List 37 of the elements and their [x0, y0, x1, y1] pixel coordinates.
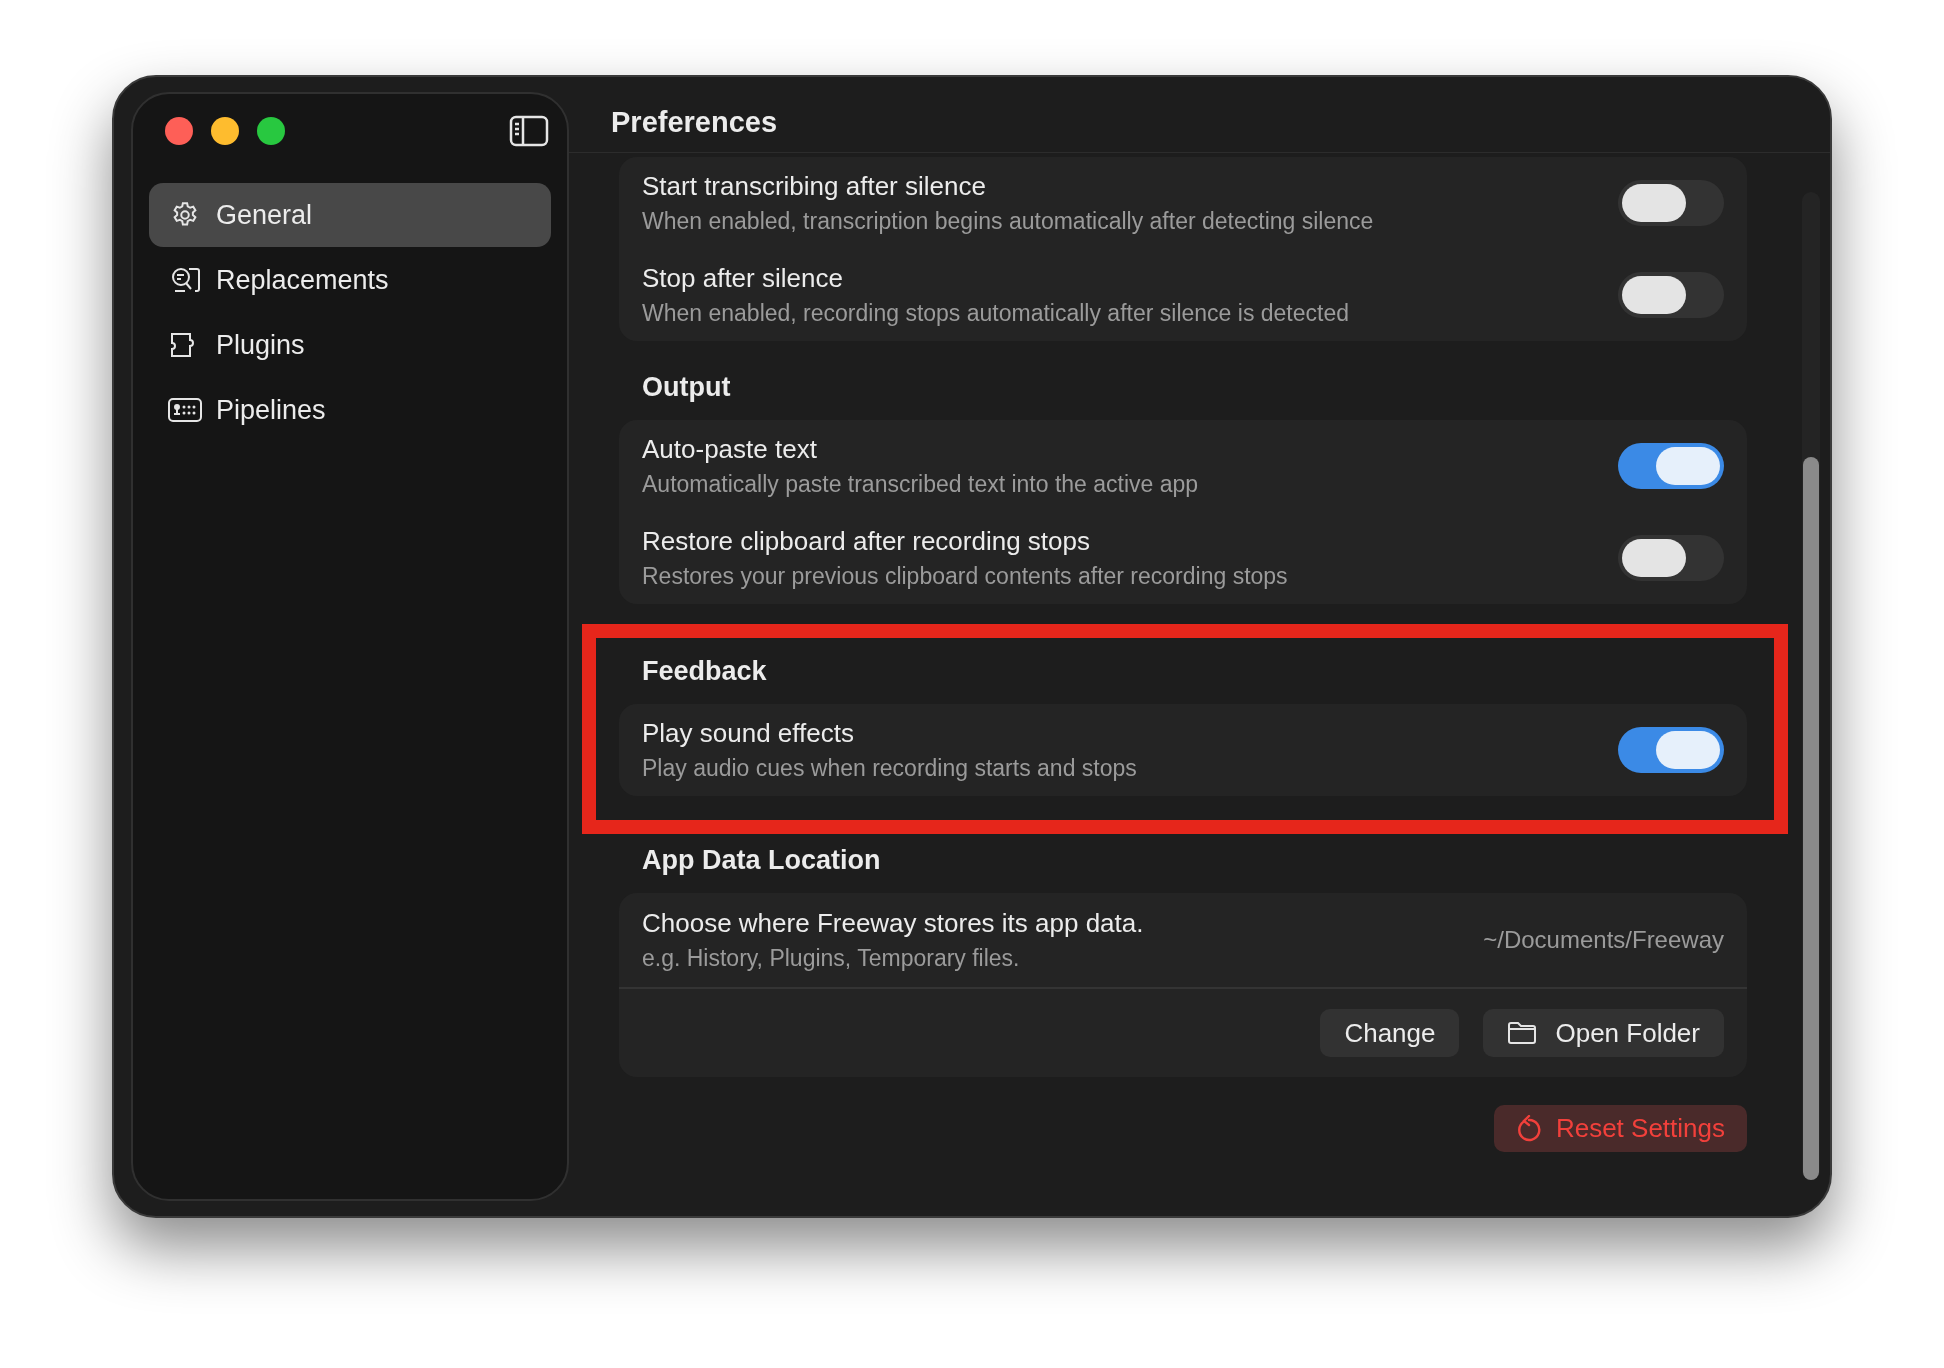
close-window-button[interactable] — [165, 117, 193, 145]
setting-description: Automatically paste transcribed text into the active app — [642, 470, 1200, 498]
setting-title: Restore clipboard after recording stops — [642, 526, 1091, 556]
sidebar-item[interactable]: Replacements — [149, 248, 551, 312]
change-button[interactable]: Change — [1320, 1009, 1460, 1057]
toggle-switch[interactable] — [1618, 535, 1724, 581]
setting-title: Auto-paste text — [642, 434, 818, 464]
section-heading: Output — [641, 371, 732, 403]
folder-icon — [1507, 1021, 1538, 1045]
setting-title: Choose where Freeway stores its app data. — [642, 908, 1145, 938]
setting-description: Play audio cues when recording starts and stops — [642, 754, 1138, 782]
sidebar-item[interactable]: Pipelines — [149, 378, 551, 442]
zoom-window-button[interactable] — [257, 117, 285, 145]
keyboard-icon — [167, 397, 203, 423]
toggle-switch[interactable] — [1618, 180, 1724, 226]
setting-description: When enabled, recording stops automatically after silence is detected — [642, 299, 1350, 327]
setting-title: Stop after silence — [642, 263, 844, 293]
toggle-switch[interactable] — [1618, 272, 1724, 318]
section-heading: Feedback — [641, 655, 768, 687]
scrollbar-thumb[interactable] — [1803, 457, 1819, 1180]
minimize-window-button[interactable] — [211, 117, 239, 145]
folder-path: ~/Documents/Freeway — [1483, 925, 1724, 955]
section-heading: App Data Location — [641, 844, 882, 876]
reset-icon — [1515, 1114, 1542, 1143]
setting-description: When enabled, transcription begins automatically after detecting silence — [642, 207, 1375, 235]
setting-title: Play sound effects — [642, 718, 855, 748]
open-folder-button[interactable]: Open Folder — [1483, 1009, 1724, 1057]
setting-title: Start transcribing after silence — [642, 171, 987, 201]
setting-description: Restores your previous clipboard contents after recording stops — [642, 562, 1289, 590]
sidebar-toggle-icon[interactable] — [509, 115, 549, 147]
magnifier-card-icon — [169, 266, 201, 294]
toggle-switch[interactable] — [1618, 727, 1724, 773]
sidebar-item[interactable]: Plugins — [149, 313, 551, 377]
toggle-switch[interactable] — [1618, 443, 1724, 489]
window-title: Preferences — [611, 104, 778, 140]
setting-description: e.g. History, Plugins, Temporary files. — [642, 944, 1021, 972]
sidebar-item[interactable]: General — [149, 183, 551, 247]
